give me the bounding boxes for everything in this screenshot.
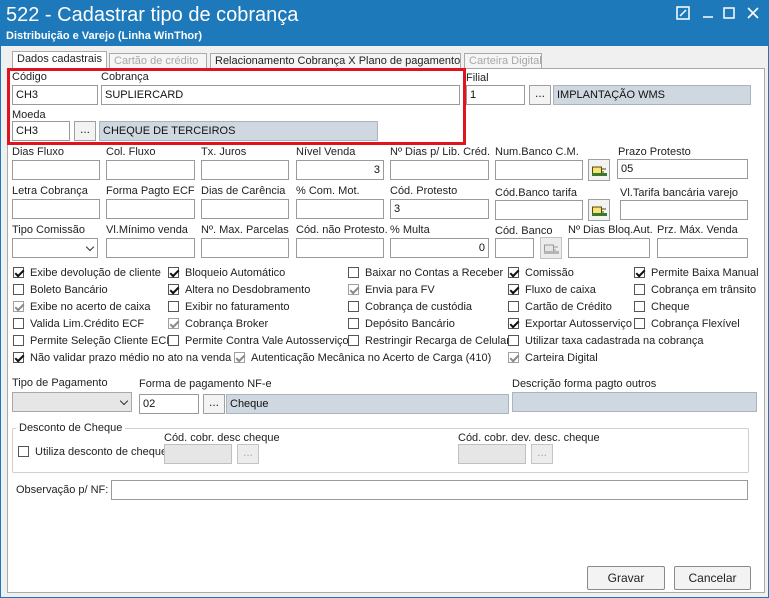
tipo-comissao-label: Tipo Comissão [12, 224, 85, 236]
dias-lib-cred-field[interactable] [390, 160, 489, 180]
forma-nfe-lookup-button[interactable]: ... [203, 394, 225, 414]
cod-banco-tarifa-field[interactable] [495, 200, 583, 220]
prazo-protesto-field[interactable]: 05 [617, 159, 748, 179]
cod-nao-protesto-field[interactable] [296, 238, 384, 258]
dias-fluxo-label: Dias Fluxo [12, 146, 64, 158]
tab-relacionamento[interactable]: Relacionamento Cobrança X Plano de pagam… [210, 53, 461, 69]
max-parcelas-label: Nº. Max. Parcelas [201, 224, 289, 236]
tab-dados-cadastrais[interactable]: Dados cadastrais [12, 51, 107, 69]
cod-protesto-label: Cód. Protesto [390, 185, 458, 197]
tipo-comissao-select[interactable] [12, 238, 98, 258]
codigo-label: Código [12, 71, 47, 83]
col-fluxo-label: Col. Fluxo [106, 146, 156, 158]
cod-banco-search-button[interactable] [540, 237, 562, 259]
observacao-label: Observação p/ NF: [16, 484, 109, 496]
gravar-button[interactable]: Gravar [587, 566, 665, 590]
moeda-lookup-button[interactable]: ... [74, 121, 96, 141]
cod-desc-cheque-label: Cód. cobr. desc cheque [164, 432, 280, 444]
tx-juros-label: Tx. Juros [201, 146, 247, 158]
prz-max-venda-label: Prz. Máx. Venda [657, 224, 738, 236]
vl-minimo-venda-label: Vl.Mínimo venda [106, 224, 188, 236]
multa-label: % Multa [390, 224, 430, 236]
nivel-venda-label: Nível Venda [296, 146, 356, 158]
com-mot-field[interactable] [296, 199, 384, 219]
nivel-venda-field[interactable]: 3 [296, 160, 384, 180]
desconto-cheque-title: Desconto de Cheque [16, 422, 126, 434]
tab-cartao-credito[interactable]: Cartão de crédito [109, 53, 207, 69]
forma-pagto-ecf-field[interactable] [106, 199, 195, 219]
chevron-down-icon [119, 396, 129, 406]
filial-lookup-button[interactable]: ... [529, 85, 551, 105]
cod-desc-cheque-field[interactable] [164, 444, 232, 464]
dias-lib-cred-label: Nº Dias p/ Lib. Créd. [390, 146, 490, 158]
cod-dev-cheque-lookup-button[interactable]: ... [531, 444, 553, 464]
dias-fluxo-field[interactable] [12, 160, 100, 180]
cod-banco-tarifa-label: Cód.Banco tarifa [495, 187, 577, 199]
pointing-hand-icon [592, 206, 607, 216]
num-banco-cm-field[interactable] [495, 160, 583, 180]
dias-carencia-label: Dias de Carência [201, 185, 286, 197]
vl-minimo-venda-field[interactable] [106, 238, 195, 258]
forma-nfe-code-field[interactable]: 02 [139, 394, 199, 414]
tx-juros-field[interactable] [201, 160, 289, 180]
forma-nfe-description: Cheque [226, 394, 509, 414]
window-title: 522 - Cadastrar tipo de cobrança [6, 4, 299, 26]
moeda-field[interactable]: CH3 [12, 121, 70, 141]
letra-cobranca-label: Letra Cobrança [12, 185, 88, 197]
cod-desc-cheque-lookup-button[interactable]: ... [237, 444, 259, 464]
cobranca-label: Cobrança [101, 71, 149, 83]
prz-max-venda-field[interactable] [657, 238, 748, 258]
letra-cobranca-field[interactable] [12, 199, 100, 219]
vl-tarifa-label: Vl.Tarifa bancária varejo [620, 187, 739, 199]
codigo-field[interactable]: CH3 [12, 85, 98, 105]
cod-banco-label: Cód. Banco [495, 225, 553, 237]
cod-dev-cheque-field[interactable] [458, 444, 526, 464]
chevron-down-icon [85, 242, 95, 252]
tab-carteira-digital[interactable]: Carteira Digital [464, 53, 542, 69]
filial-field[interactable]: 1 [466, 85, 525, 105]
restore-icon[interactable] [672, 6, 694, 24]
close-icon[interactable] [742, 6, 764, 24]
cod-banco-field[interactable] [495, 238, 534, 258]
pointing-hand-icon [592, 166, 607, 176]
cobranca-field[interactable]: SUPLIERCARD [101, 85, 460, 105]
forma-pagto-ecf-label: Forma Pagto ECF [106, 185, 195, 197]
cod-protesto-field[interactable]: 3 [390, 199, 489, 219]
cancelar-button[interactable]: Cancelar [674, 566, 751, 590]
forma-nfe-label: Forma de pagamento NF-e [139, 378, 272, 390]
dias-bloq-aut-field[interactable] [568, 238, 650, 258]
title-bar: 522 - Cadastrar tipo de cobrança Distrib… [0, 0, 769, 46]
tipo-pagamento-select[interactable] [12, 392, 132, 412]
desc-outros-field[interactable] [512, 392, 757, 412]
observacao-field[interactable] [111, 480, 748, 500]
com-mot-label: % Com. Mot. [296, 185, 360, 197]
minimize-icon[interactable] [697, 6, 719, 24]
multa-field[interactable]: 0 [390, 238, 489, 258]
filial-label: Filial [466, 72, 489, 84]
cod-nao-protesto-label: Cód. não Protesto. [296, 224, 388, 236]
cod-dev-cheque-label: Cód. cobr. dev. desc. cheque [458, 432, 600, 444]
prazo-protesto-label: Prazo Protesto [618, 146, 691, 158]
moeda-description: CHEQUE DE TERCEIROS [99, 121, 378, 141]
dias-bloq-aut-label: Nº Dias Bloq.Aut. [568, 224, 653, 236]
pointing-hand-icon [544, 244, 559, 254]
tipo-pagamento-label: Tipo de Pagamento [12, 377, 108, 389]
window-subtitle: Distribuição e Varejo (Linha WinThor) [6, 30, 203, 42]
moeda-label: Moeda [12, 109, 46, 121]
filial-description: IMPLANTAÇÃO WMS [553, 85, 751, 105]
max-parcelas-field[interactable] [201, 238, 289, 258]
maximize-icon[interactable] [718, 6, 740, 24]
vl-tarifa-field[interactable] [620, 200, 748, 220]
cod-banco-tarifa-search-button[interactable] [588, 199, 610, 221]
col-fluxo-field[interactable] [106, 160, 195, 180]
num-banco-cm-search-button[interactable] [588, 159, 610, 181]
desc-outros-label: Descrição forma pagto outros [512, 378, 657, 390]
dias-carencia-field[interactable] [201, 199, 289, 219]
num-banco-cm-label: Num.Banco C.M. [495, 146, 579, 158]
